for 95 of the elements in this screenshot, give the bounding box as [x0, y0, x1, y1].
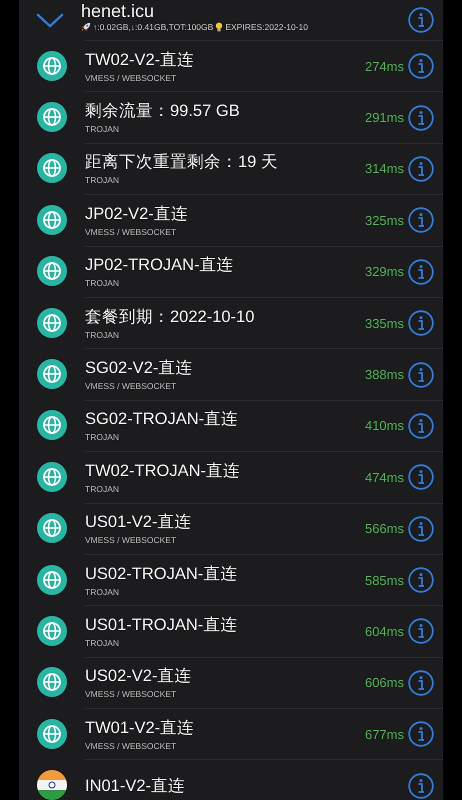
server-name: IN01-V2-直连: [85, 776, 186, 796]
info-icon[interactable]: [408, 412, 434, 439]
server-name: JP02-TROJAN-直连: [85, 255, 235, 276]
info-icon[interactable]: [408, 258, 434, 285]
lightbulb-icon: [215, 22, 224, 32]
info-icon[interactable]: [408, 670, 434, 696]
info-icon[interactable]: [408, 156, 434, 182]
server-row[interactable]: 距离下次重置剩余：19 天 TROJAN 314ms: [19, 142, 443, 194]
info-icon[interactable]: [408, 362, 434, 388]
globe-icon: [37, 616, 67, 646]
flag-icon: [37, 770, 67, 800]
info-icon[interactable]: [408, 53, 434, 80]
latency-text: 291ms: [364, 110, 404, 126]
protocol-label: TROJAN: [85, 175, 120, 186]
server-row[interactable]: TW01-V2-直连 VMESS / WEBSOCKET 677ms: [19, 708, 443, 760]
server-name: US02-V2-直连: [85, 666, 192, 686]
info-icon[interactable]: [408, 567, 434, 594]
server-name: SG02-TROJAN-直连: [85, 409, 240, 430]
server-row[interactable]: US02-V2-直连 VMESS / WEBSOCKET 606ms: [19, 656, 443, 708]
globe-icon: [37, 462, 67, 492]
protocol-label: VMESS / WEBSOCKET: [85, 226, 178, 237]
latency-text: 677ms: [364, 726, 404, 742]
server-name: 套餐到期：2022-10-10: [85, 306, 256, 327]
globe-icon: [37, 564, 67, 595]
server-name: SG02-V2-直连: [85, 358, 194, 378]
globe-icon: [37, 667, 67, 698]
protocol-label: VMESS / WEBSOCKET: [85, 689, 178, 700]
info-icon[interactable]: [408, 772, 434, 799]
server-name: TW02-V2-直连: [85, 50, 196, 70]
info-icon[interactable]: [408, 104, 434, 131]
info-icon[interactable]: [408, 310, 434, 336]
globe-icon: [37, 204, 67, 235]
latency-text: 314ms: [364, 161, 404, 176]
latency-text: 335ms: [364, 316, 404, 331]
expires-text: EXPIRES:2022-10-10: [225, 21, 308, 33]
globe-icon: [37, 359, 67, 390]
server-row[interactable]: JP02-V2-直连 VMESS / WEBSOCKET 325ms: [19, 194, 443, 246]
server-row[interactable]: IN01-V2-直连: [19, 759, 443, 800]
latency-text: 388ms: [364, 367, 404, 382]
globe-icon: [37, 718, 67, 749]
server-row[interactable]: TW02-TROJAN-直连 TROJAN 474ms: [19, 451, 443, 503]
globe-icon: [37, 513, 67, 544]
protocol-label: TROJAN: [85, 432, 120, 442]
server-row[interactable]: JP02-TROJAN-直连 TROJAN 329ms: [19, 246, 443, 297]
traffic-text: ↑:0.02GB,↓:0.41GB,TOT:100GB: [93, 21, 214, 33]
latency-text: 606ms: [364, 675, 404, 690]
server-name: 距离下次重置剩余：19 天: [85, 152, 279, 172]
server-row[interactable]: US02-TROJAN-直连 TROJAN 585ms: [19, 554, 443, 606]
server-row[interactable]: US01-TROJAN-直连 TROJAN 604ms: [19, 605, 443, 657]
latency-text: 325ms: [364, 212, 404, 228]
protocol-label: TROJAN: [85, 330, 120, 340]
server-row[interactable]: TW02-V2-直连 VMESS / WEBSOCKET 274ms: [19, 40, 443, 92]
server-name: US01-TROJAN-直连: [85, 614, 238, 635]
info-icon[interactable]: [408, 207, 434, 234]
protocol-label: TROJAN: [85, 586, 120, 597]
latency-text: 274ms: [364, 58, 404, 74]
chevron-icon[interactable]: [36, 12, 64, 28]
info-icon[interactable]: [408, 7, 434, 33]
latency-text: 329ms: [364, 264, 404, 280]
server-name: US02-TROJAN-直连: [85, 564, 238, 584]
protocol-label: TROJAN: [85, 278, 120, 288]
protocol-label: TROJAN: [85, 484, 120, 494]
latency-text: 566ms: [364, 521, 404, 536]
latency-text: 604ms: [364, 624, 404, 639]
server-name: US01-V2-直连: [85, 512, 192, 532]
globe-icon: [37, 102, 67, 132]
server-name: 剩余流量：99.57 GB: [85, 101, 241, 122]
server-row[interactable]: 套餐到期：2022-10-10 TROJAN 335ms: [19, 296, 443, 348]
protocol-label: TROJAN: [85, 638, 120, 648]
info-icon[interactable]: [408, 721, 434, 748]
latency-text: 474ms: [364, 470, 404, 485]
protocol-label: VMESS / WEBSOCKET: [85, 381, 178, 392]
protocol-label: VMESS / WEBSOCKET: [85, 535, 178, 546]
protocol-label: TROJAN: [85, 124, 120, 134]
server-row[interactable]: US01-V2-直连 VMESS / WEBSOCKET 566ms: [19, 502, 443, 554]
protocol-label: VMESS / WEBSOCKET: [85, 72, 178, 83]
globe-icon: [37, 153, 67, 184]
server-row[interactable]: SG02-TROJAN-直连 TROJAN 410ms: [19, 400, 443, 452]
server-row[interactable]: SG02-V2-直连 VMESS / WEBSOCKET 388ms: [19, 348, 443, 400]
info-icon[interactable]: [408, 618, 434, 644]
group-title: henet.icu: [81, 1, 156, 21]
server-name: TW01-V2-直连: [85, 718, 196, 738]
latency-text: 410ms: [364, 418, 404, 434]
globe-icon: [37, 410, 67, 440]
globe-icon: [37, 50, 67, 81]
server-row[interactable]: 剩余流量：99.57 GB TROJAN 291ms: [19, 91, 443, 143]
info-icon[interactable]: [408, 516, 434, 542]
globe-icon: [37, 256, 67, 286]
server-name: JP02-V2-直连: [85, 204, 189, 224]
info-icon[interactable]: [408, 464, 434, 490]
protocol-label: VMESS / WEBSOCKET: [85, 740, 178, 751]
latency-text: 585ms: [364, 572, 404, 588]
server-name: TW02-TROJAN-直连: [85, 460, 241, 481]
globe-icon: [37, 308, 67, 338]
rocket-icon: [81, 22, 91, 32]
